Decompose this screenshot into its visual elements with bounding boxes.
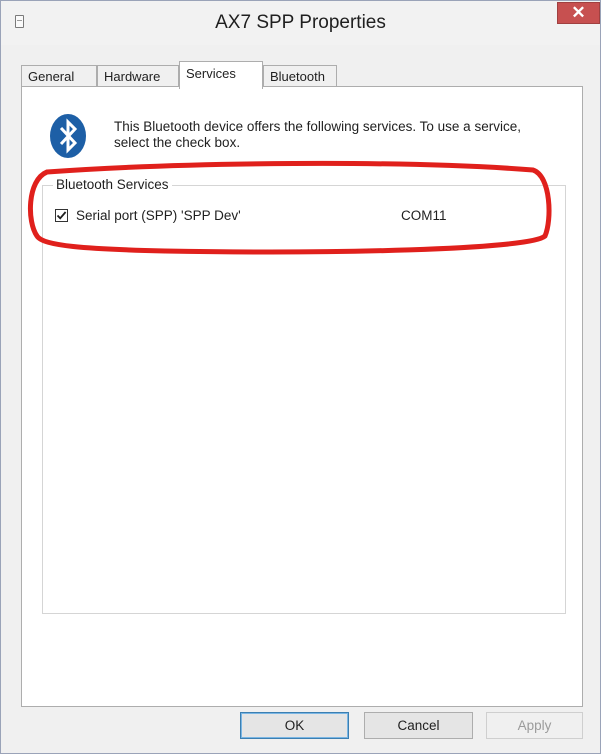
tab-services[interactable]: Services xyxy=(179,61,263,89)
highlight-annotation xyxy=(27,160,552,255)
cancel-button[interactable]: Cancel xyxy=(364,712,473,739)
title-bar[interactable]: AX7 SPP Properties ✕ xyxy=(1,1,600,45)
tab-bluetooth[interactable]: Bluetooth xyxy=(263,65,337,87)
services-description: This Bluetooth device offers the followi… xyxy=(114,119,521,150)
close-button[interactable]: ✕ xyxy=(557,2,600,24)
bluetooth-icon xyxy=(50,114,86,158)
properties-window: AX7 SPP Properties ✕ General Hardware Se… xyxy=(0,0,601,754)
tab-hardware[interactable]: Hardware xyxy=(97,65,179,87)
apply-button[interactable]: Apply xyxy=(486,712,583,739)
window-title: AX7 SPP Properties xyxy=(215,12,386,33)
tab-general[interactable]: General xyxy=(21,65,97,87)
ok-button[interactable]: OK xyxy=(240,712,349,739)
